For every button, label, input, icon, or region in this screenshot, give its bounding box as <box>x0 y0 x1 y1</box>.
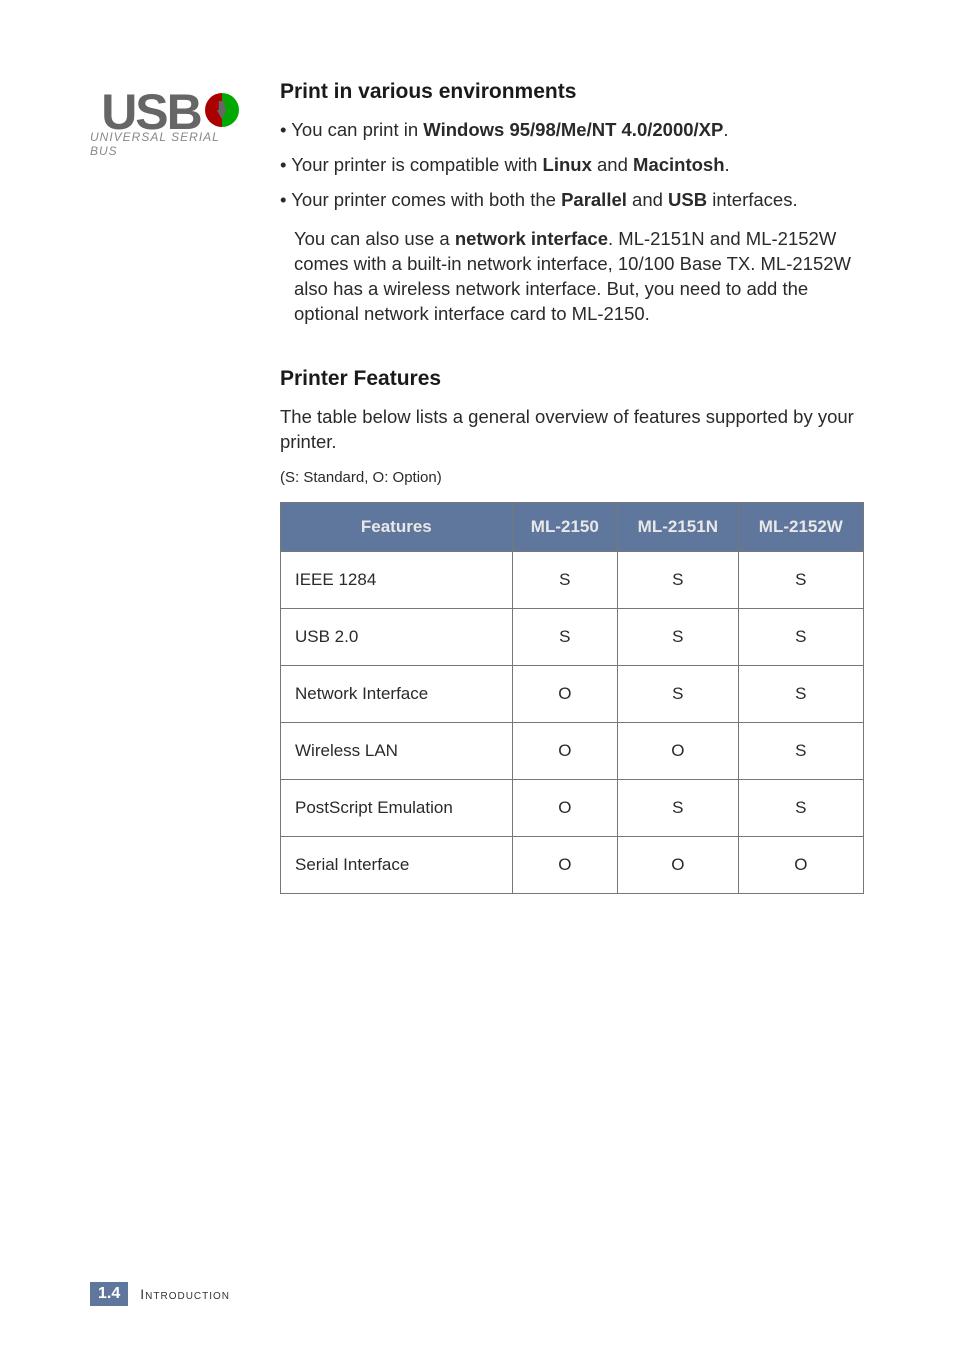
section-heading-environments: Print in various environments <box>280 80 864 104</box>
th-ml2151n: ML-2151N <box>618 502 739 551</box>
table-row: USB 2.0 S S S <box>281 608 864 665</box>
table-row: Wireless LAN O O S <box>281 722 864 779</box>
network-interface-paragraph: You can also use a network interface. ML… <box>280 227 864 327</box>
page-number-badge: 1.4 <box>90 1282 128 1306</box>
th-features: Features <box>281 502 513 551</box>
table-legend: (S: Standard, O: Option) <box>280 469 864 486</box>
table-row: PostScript Emulation O S S <box>281 779 864 836</box>
bullet-linux-mac: • Your printer is compatible with Linux … <box>280 153 864 178</box>
table-row: Serial Interface O O O <box>281 836 864 893</box>
features-intro: The table below lists a general overview… <box>280 405 864 455</box>
page-footer: 1.4 Introduction <box>90 1282 230 1306</box>
th-ml2152w: ML-2152W <box>738 502 863 551</box>
usb-logo-text: USB <box>101 92 201 132</box>
table-row: Network Interface O S S <box>281 665 864 722</box>
footer-label: Introduction <box>140 1286 230 1302</box>
usb-trident-icon <box>205 93 239 127</box>
bullet-parallel-usb: • Your printer comes with both the Paral… <box>280 188 864 213</box>
th-ml2150: ML-2150 <box>512 502 617 551</box>
features-table: Features ML-2150 ML-2151N ML-2152W IEEE … <box>280 502 864 894</box>
table-header-row: Features ML-2150 ML-2151N ML-2152W <box>281 502 864 551</box>
bullet-windows: • You can print in Windows 95/98/Me/NT 4… <box>280 118 864 143</box>
section-heading-features: Printer Features <box>280 367 864 391</box>
usb-logo: USB UNIVERSAL SERIAL BUS <box>90 92 250 158</box>
table-row: IEEE 1284 S S S <box>281 551 864 608</box>
